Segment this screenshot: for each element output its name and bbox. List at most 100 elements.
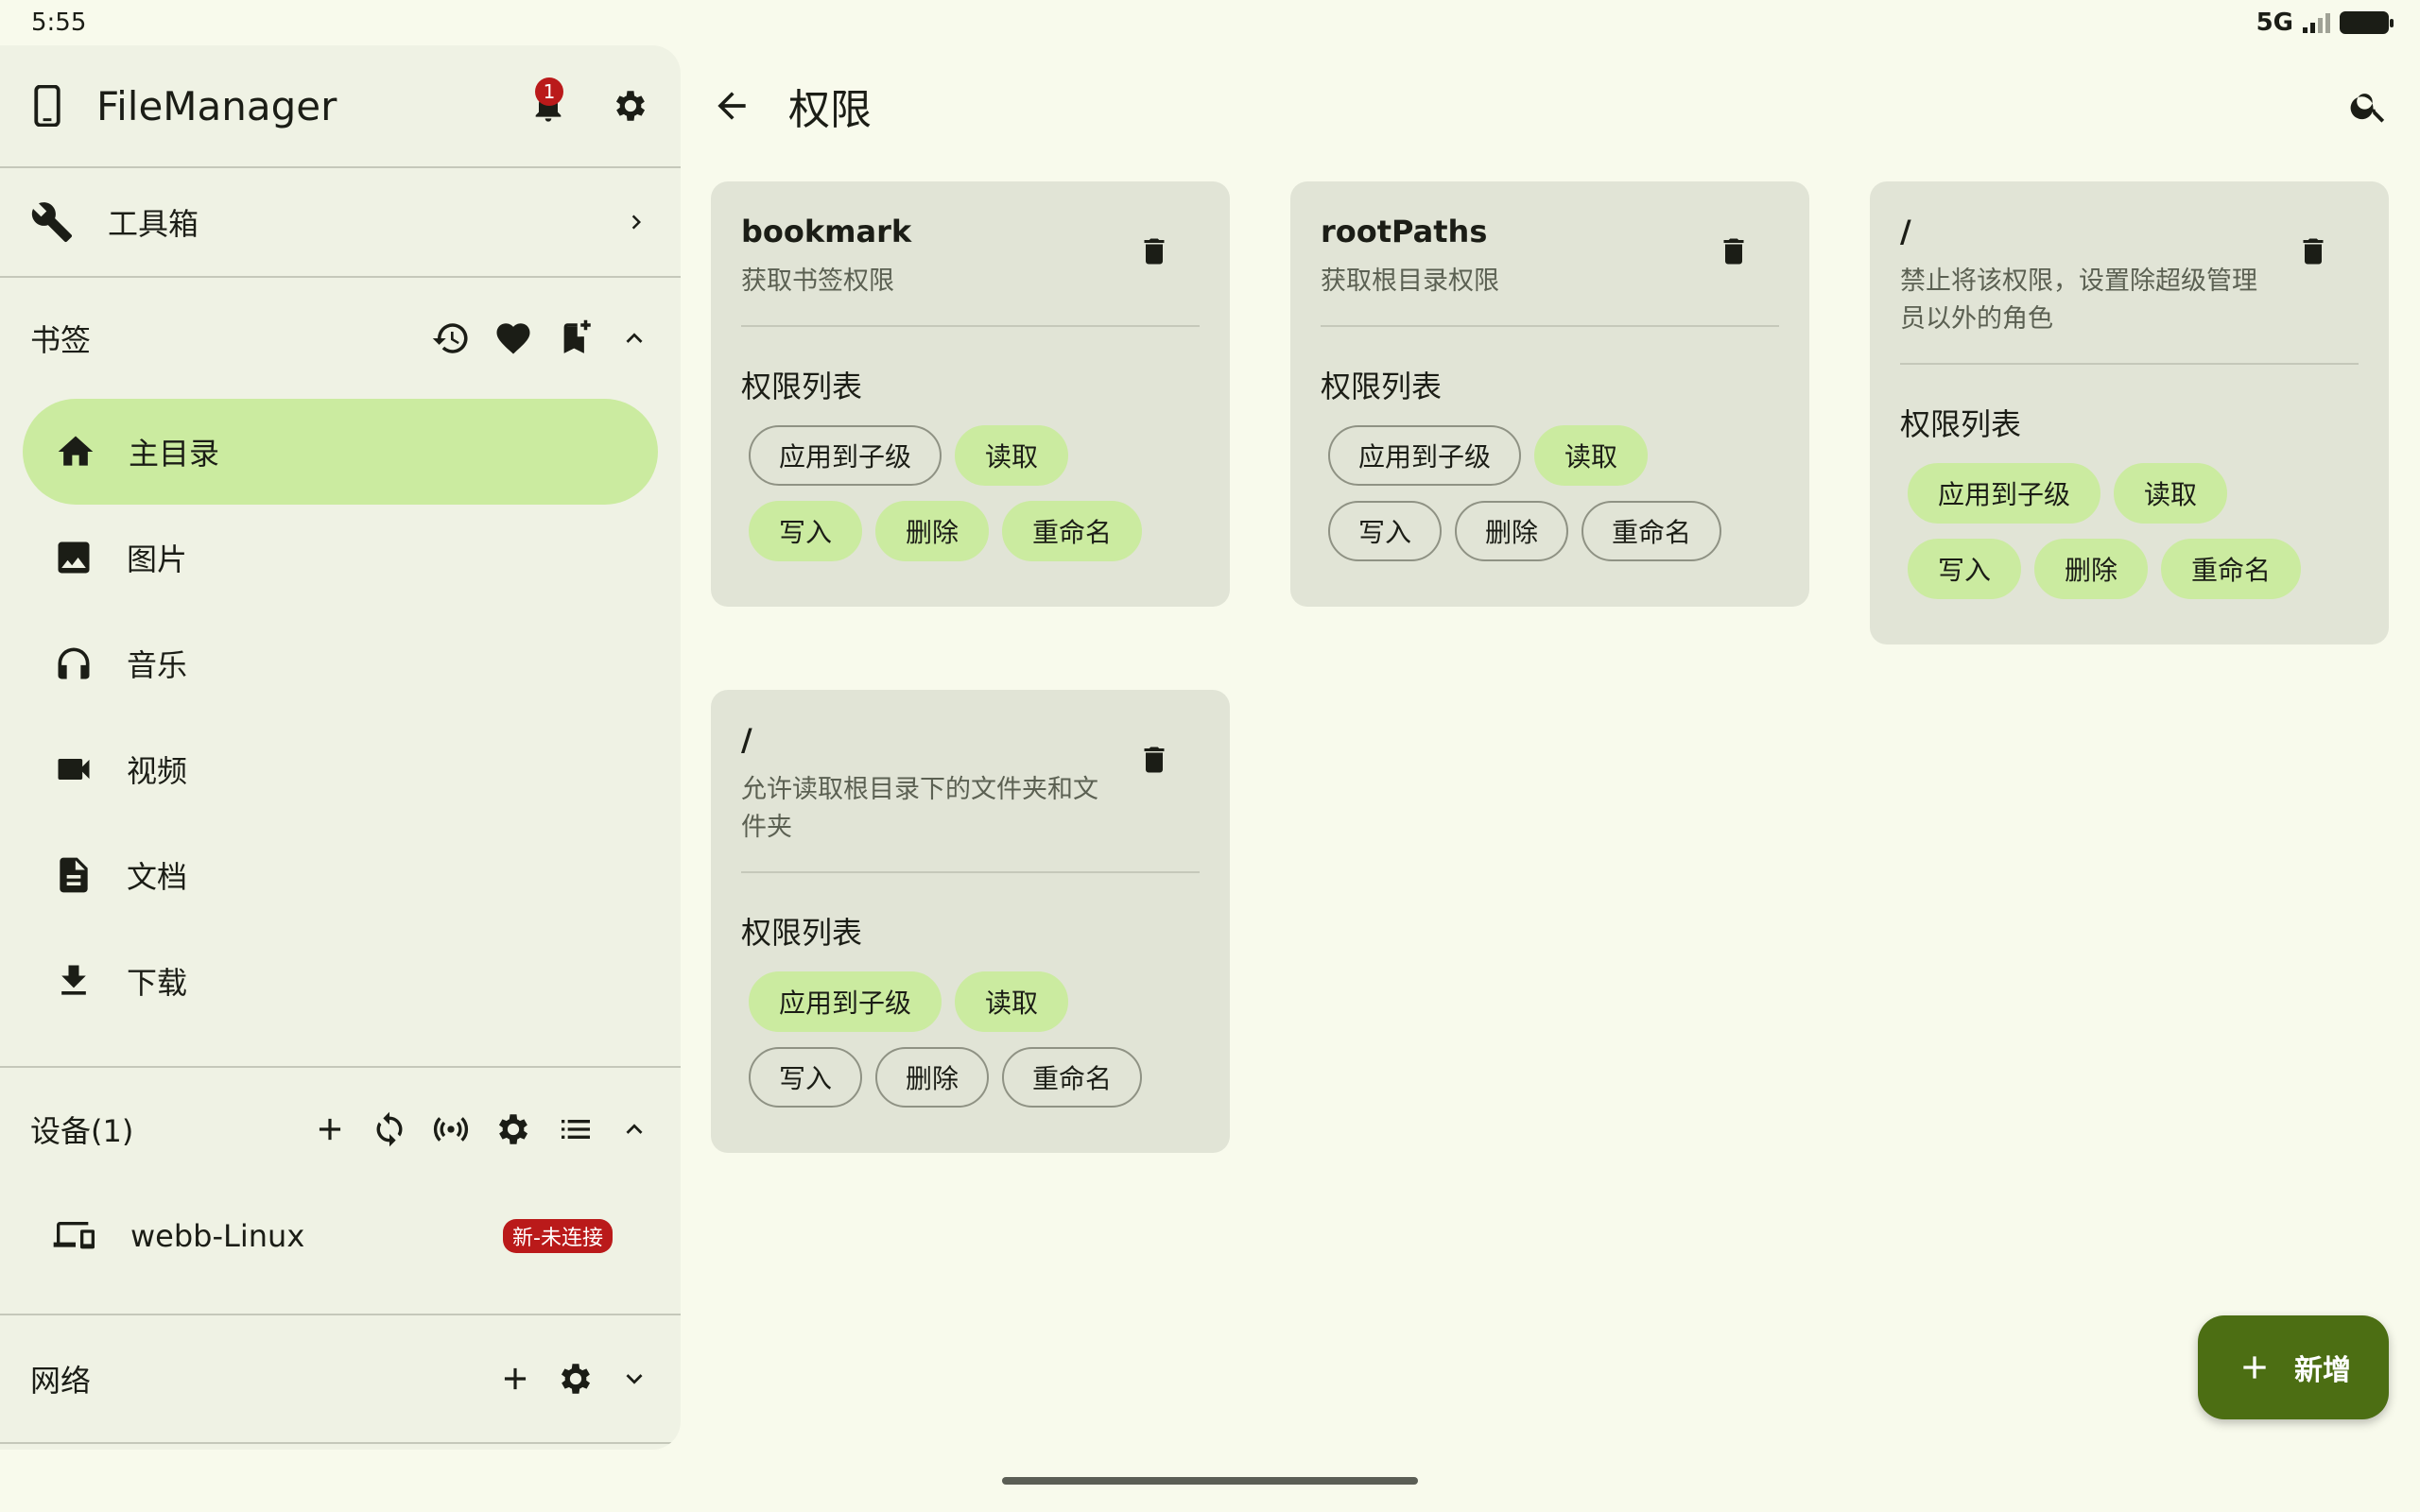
app-title: FileManager <box>96 82 337 129</box>
permission-chip[interactable]: 读取 <box>1534 425 1649 486</box>
bookmark-item[interactable]: 音乐 <box>0 610 681 716</box>
status-bar: 5:55 5G <box>0 0 2420 45</box>
permission-list-title: 权限列表 <box>1321 369 1443 404</box>
bookmark-label: 音乐 <box>127 647 188 683</box>
add-icon[interactable] <box>312 1111 348 1147</box>
drawer-header: FileManager 1 <box>0 45 681 166</box>
devices-header: 设备(1) <box>30 1113 134 1149</box>
permission-chip[interactable]: 删除 <box>2034 539 2149 599</box>
document-icon <box>53 854 95 896</box>
permission-chip[interactable]: 重命名 <box>2161 539 2302 599</box>
permission-description: 允许读取根目录下的文件夹和文件夹 <box>741 775 1098 842</box>
permission-name: / <box>741 722 752 758</box>
permission-chip[interactable]: 删除 <box>875 501 990 561</box>
permission-chip[interactable]: 写入 <box>749 501 863 561</box>
permission-card: bookmark 获取书签权限权限列表应用到子级 读取写入 删除 重命名 <box>711 181 1230 607</box>
bookmark-item[interactable]: 文档 <box>0 822 681 928</box>
permission-list-title: 权限列表 <box>1900 406 2022 442</box>
permission-chips: 应用到子级 读取写入 删除 重命名 <box>741 425 1157 561</box>
list-icon[interactable] <box>556 1110 596 1148</box>
collapse-devices-icon[interactable] <box>618 1113 650 1145</box>
permission-chip[interactable]: 读取 <box>2114 463 2228 524</box>
home-indicator <box>1002 1477 1418 1485</box>
expand-network-icon[interactable] <box>618 1363 650 1395</box>
permission-chip[interactable]: 读取 <box>955 971 1069 1032</box>
status-time: 5:55 <box>31 9 87 37</box>
toolbox-item[interactable]: 工具箱 <box>0 168 681 276</box>
permission-chips: 应用到子级 读取写入 删除 重命名 <box>1900 463 2316 599</box>
headphones-icon <box>53 643 95 684</box>
permission-chip[interactable]: 写入 <box>1328 501 1443 561</box>
network-header: 网络 <box>30 1363 92 1399</box>
devices-icon <box>53 1217 98 1255</box>
permission-chip[interactable]: 应用到子级 <box>1328 425 1522 486</box>
permission-chips: 应用到子级 读取写入 删除 重命名 <box>1321 425 1737 561</box>
search-icon[interactable] <box>2348 85 2390 127</box>
collapse-icon[interactable] <box>618 322 650 354</box>
bookmark-label: 文档 <box>127 859 188 895</box>
bookmark-item[interactable]: 视频 <box>0 716 681 822</box>
download-icon <box>53 960 95 1002</box>
permission-description: 获取根目录权限 <box>1321 266 1499 296</box>
permission-chip[interactable]: 重命名 <box>1002 501 1143 561</box>
device-name: webb-Linux <box>130 1218 305 1254</box>
permission-chip[interactable]: 删除 <box>875 1047 990 1108</box>
permission-list-title: 权限列表 <box>741 369 863 404</box>
bookmark-label: 视频 <box>127 753 188 789</box>
delete-icon[interactable] <box>1717 232 1751 270</box>
bookmark-item[interactable]: 下载 <box>0 928 681 1034</box>
permission-chips: 应用到子级 读取写入 删除 重命名 <box>741 971 1157 1108</box>
bookmark-label: 图片 <box>127 541 188 577</box>
add-permission-button[interactable]: 新增 <box>2198 1315 2389 1419</box>
bookmark-label: 主目录 <box>129 436 220 472</box>
add-network-icon[interactable] <box>497 1361 533 1397</box>
toolbox-label: 工具箱 <box>108 206 199 242</box>
chevron-right-icon <box>622 208 650 236</box>
bookmark-item[interactable]: 图片 <box>0 505 681 610</box>
permission-name: bookmark <box>741 214 912 249</box>
notification-badge: 1 <box>535 77 563 106</box>
signal-icon <box>2303 12 2330 33</box>
bookmark-add-icon[interactable] <box>556 318 596 358</box>
bookmark-list: 主目录图片音乐视频文档下载 <box>0 399 681 1034</box>
permission-chip[interactable]: 写入 <box>1908 539 2022 599</box>
delete-icon[interactable] <box>2296 232 2330 270</box>
image-icon <box>53 537 95 578</box>
history-icon[interactable] <box>431 318 471 358</box>
page-title: 权限 <box>788 86 872 134</box>
network-settings-icon[interactable] <box>556 1359 596 1399</box>
home-icon <box>55 431 96 472</box>
phone-icon <box>30 85 64 127</box>
permission-chip[interactable]: 应用到子级 <box>749 425 942 486</box>
battery-icon <box>2340 11 2394 34</box>
permission-chip[interactable]: 重命名 <box>1002 1047 1143 1108</box>
permission-name: / <box>1900 214 1911 249</box>
delete-icon[interactable] <box>1137 741 1171 779</box>
video-icon <box>53 748 95 790</box>
permission-chip[interactable]: 读取 <box>955 425 1069 486</box>
permission-chip[interactable]: 写入 <box>749 1047 863 1108</box>
device-item[interactable]: webb-Linux 新-未连接 <box>0 1191 681 1281</box>
device-settings-icon[interactable] <box>493 1109 533 1149</box>
favorite-icon[interactable] <box>493 318 533 358</box>
bookmarks-section-header: 书签 <box>0 278 681 399</box>
permission-card: / 禁止将该权限，设置除超级管理员以外的角色权限列表应用到子级 读取写入 删除 重命名 <box>1870 181 2389 644</box>
permission-description: 禁止将该权限，设置除超级管理员以外的角色 <box>1900 266 2257 334</box>
settings-icon[interactable] <box>611 86 650 126</box>
devices-section-header: 设备(1) <box>0 1068 681 1191</box>
bookmarks-header: 书签 <box>30 322 92 358</box>
network-section-header: 网络 <box>0 1315 681 1442</box>
permission-chip[interactable]: 应用到子级 <box>1908 463 2101 524</box>
plus-icon <box>2243 1356 2266 1379</box>
broadcast-icon[interactable] <box>431 1110 471 1148</box>
navigation-drawer: FileManager 1 工具箱 书签 主目录 图片 音乐 视频 文档 下载 … <box>0 45 681 1450</box>
permission-chip[interactable]: 应用到子级 <box>749 971 942 1032</box>
permission-chip[interactable]: 删除 <box>1455 501 1569 561</box>
top-app-bar: 权限 <box>681 45 2420 166</box>
permission-chip[interactable]: 重命名 <box>1582 501 1722 561</box>
delete-icon[interactable] <box>1137 232 1171 270</box>
bookmark-item[interactable]: 主目录 <box>23 399 658 505</box>
back-arrow-icon[interactable] <box>711 85 752 127</box>
permission-description: 获取书签权限 <box>741 266 894 296</box>
refresh-icon[interactable] <box>371 1110 408 1148</box>
